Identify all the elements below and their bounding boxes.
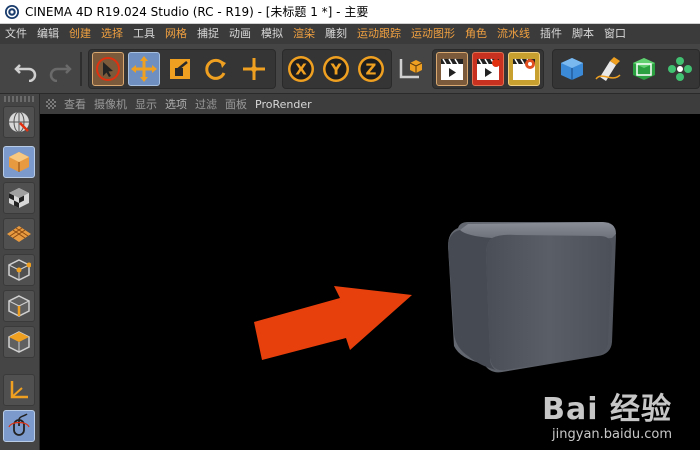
points-mode-icon[interactable] <box>3 254 35 286</box>
menu-animate[interactable]: 动画 <box>224 24 256 44</box>
svg-text:Y: Y <box>330 61 343 79</box>
viewport-menu-view[interactable]: 查看 <box>64 96 94 112</box>
cube-icon[interactable] <box>556 52 588 86</box>
menu-script[interactable]: 脚本 <box>567 24 599 44</box>
menu-simulate[interactable]: 模拟 <box>256 24 288 44</box>
title-bar: CINEMA 4D R19.024 Studio (RC - R19) - [未… <box>0 0 700 24</box>
edges-mode-icon[interactable] <box>3 290 35 322</box>
y-axis-lock-icon[interactable]: Y <box>320 52 352 86</box>
viewport-menu-panel[interactable]: 面板 <box>225 96 255 112</box>
menu-sculpt[interactable]: 雕刻 <box>320 24 352 44</box>
viewport-menu-filter[interactable]: 过滤 <box>195 96 225 112</box>
3d-viewport[interactable]: Bai 经验 jingyan.baidu.com <box>40 114 700 450</box>
rotate-icon[interactable] <box>200 52 232 86</box>
svg-text:Z: Z <box>366 61 377 79</box>
model-mode-icon[interactable] <box>3 146 35 178</box>
viewport-menu-display[interactable]: 显示 <box>135 96 165 112</box>
render-view-icon[interactable] <box>436 52 468 86</box>
rounded-cube-object <box>448 222 616 373</box>
viewport-grip-icon[interactable] <box>46 99 56 109</box>
pointer-arrow <box>254 286 412 360</box>
subdivision-surface-icon[interactable] <box>628 52 660 86</box>
menu-mograph[interactable]: 运动图形 <box>406 24 460 44</box>
menu-file[interactable]: 文件 <box>0 24 32 44</box>
watermark-url: jingyan.baidu.com <box>552 427 672 442</box>
menu-bar: 文件 编辑 创建 选择 工具 网格 捕捉 动画 模拟 渲染 雕刻 运动跟踪 运动… <box>0 24 700 44</box>
menu-window[interactable]: 窗口 <box>599 24 631 44</box>
x-axis-lock-icon[interactable]: X <box>285 52 317 86</box>
watermark-logo: Bai 经验 <box>542 392 672 427</box>
pen-icon[interactable] <box>592 52 624 86</box>
menu-select[interactable]: 选择 <box>96 24 128 44</box>
menu-render[interactable]: 渲染 <box>288 24 320 44</box>
render-settings-icon[interactable] <box>508 52 540 86</box>
window-title: CINEMA 4D R19.024 Studio (RC - R19) - [未… <box>25 5 369 19</box>
viewport-menu-options[interactable]: 选项 <box>165 96 195 112</box>
render-to-picture-viewer-icon[interactable] <box>472 52 504 86</box>
axis-mode-icon[interactable] <box>3 374 35 406</box>
baidu-jingyan-watermark: Bai 经验 jingyan.baidu.com <box>542 392 672 443</box>
menu-pipeline[interactable]: 流水线 <box>492 24 535 44</box>
menu-tools[interactable]: 工具 <box>128 24 160 44</box>
add-axis-icon[interactable] <box>238 52 270 86</box>
cloner-icon[interactable] <box>664 52 696 86</box>
menu-character[interactable]: 角色 <box>460 24 492 44</box>
menu-plugins[interactable]: 插件 <box>535 24 567 44</box>
scale-icon[interactable] <box>164 52 196 86</box>
workplane-icon[interactable] <box>3 218 35 250</box>
mode-palette <box>0 94 40 450</box>
viewport-menu-cameras[interactable]: 摄像机 <box>94 96 135 112</box>
undo-icon[interactable] <box>10 52 42 86</box>
menu-snap[interactable]: 捕捉 <box>192 24 224 44</box>
palette-grip[interactable] <box>4 96 34 102</box>
main-toolbar: X Y Z <box>0 44 700 94</box>
menu-edit[interactable]: 编辑 <box>32 24 64 44</box>
toolbar-separator <box>80 52 82 86</box>
world-globe-icon[interactable] <box>3 106 35 138</box>
viewport-menu-bar: 查看 摄像机 显示 选项 过滤 面板 ProRender <box>40 94 700 114</box>
move-icon[interactable] <box>128 52 160 86</box>
svg-text:X: X <box>295 61 307 79</box>
redo-icon[interactable] <box>44 52 76 86</box>
z-axis-lock-icon[interactable]: Z <box>355 52 387 86</box>
viewport-menu-prorender[interactable]: ProRender <box>255 98 320 111</box>
coordinate-system-icon[interactable] <box>394 52 426 86</box>
menu-mesh[interactable]: 网格 <box>160 24 192 44</box>
polygons-mode-icon[interactable] <box>3 326 35 358</box>
menu-create[interactable]: 创建 <box>64 24 96 44</box>
cinema4d-app-icon <box>5 4 19 19</box>
texture-mode-icon[interactable] <box>3 182 35 214</box>
tweak-mode-icon[interactable] <box>3 410 35 442</box>
menu-motion-tracking[interactable]: 运动跟踪 <box>352 24 406 44</box>
live-selection-icon[interactable] <box>92 52 124 86</box>
